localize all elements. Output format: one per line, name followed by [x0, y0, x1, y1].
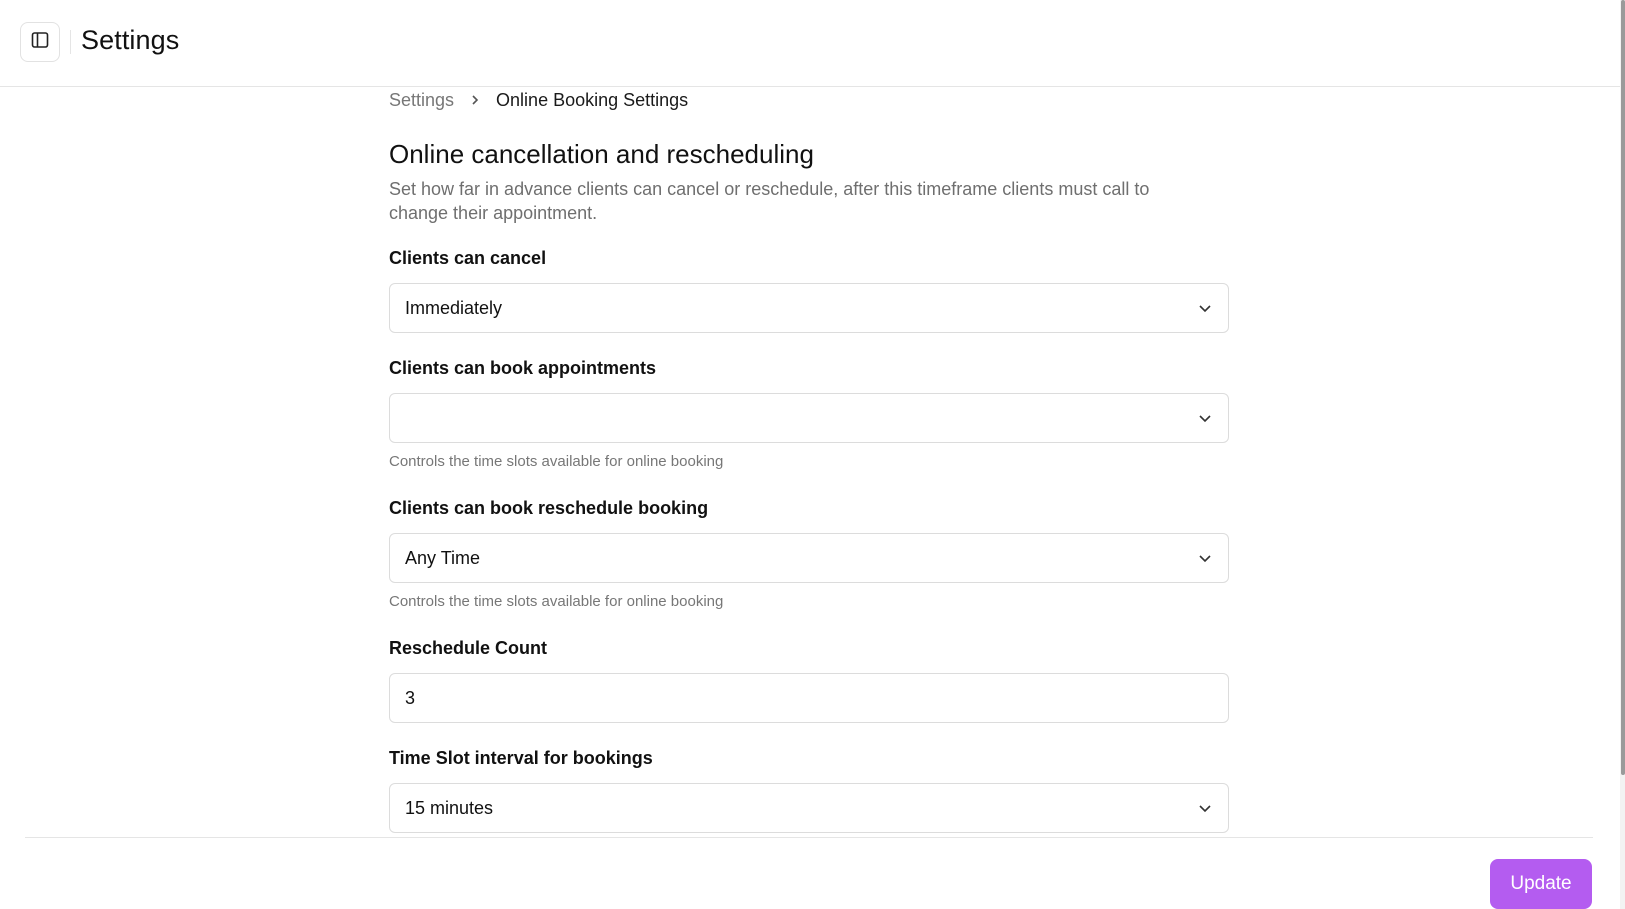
chevron-down-icon — [1197, 410, 1213, 426]
interval-label: Time Slot interval for bookings — [389, 748, 653, 768]
sidebar-panel-icon — [31, 31, 49, 54]
update-button[interactable]: Update — [1490, 859, 1592, 909]
reschedule-count-label: Reschedule Count — [389, 638, 548, 658]
section-description: Set how far in advance clients can cance… — [389, 179, 1150, 223]
breadcrumb: Settings Online Booking Settings — [389, 86, 688, 114]
scrollbar-thumb[interactable] — [1621, 0, 1625, 775]
top-bar: Settings — [0, 0, 1624, 87]
reschedule-helper-text: Controls the time slots available for on… — [389, 593, 724, 610]
chevron-down-icon — [1197, 300, 1213, 316]
interval-select[interactable]: 15 minutes — [389, 783, 1229, 833]
cancel-select[interactable]: Immediately — [389, 283, 1229, 333]
chevron-down-icon — [1197, 550, 1213, 566]
sidebar-toggle-button[interactable] — [20, 22, 60, 62]
breadcrumb-settings-link[interactable]: Settings — [389, 90, 454, 111]
page-title: Settings — [81, 25, 180, 55]
reschedule-select-value: Any Time — [405, 547, 481, 568]
cancel-select-value: Immediately — [405, 297, 503, 318]
chevron-right-icon — [470, 94, 480, 106]
footer-divider — [25, 837, 1593, 838]
breadcrumb-current: Online Booking Settings — [496, 89, 689, 110]
interval-select-value: 15 minutes — [405, 797, 494, 818]
book-select[interactable] — [389, 393, 1229, 443]
reschedule-label: Clients can book reschedule booking — [389, 498, 709, 518]
chevron-down-icon — [1197, 800, 1213, 816]
reschedule-select[interactable]: Any Time — [389, 533, 1229, 583]
header-divider — [70, 30, 71, 54]
section-title: Online cancellation and rescheduling — [389, 139, 814, 169]
book-helper-text: Controls the time slots available for on… — [389, 453, 724, 470]
book-label: Clients can book appointments — [389, 358, 657, 378]
cancel-label: Clients can cancel — [389, 248, 547, 268]
reschedule-count-input[interactable] — [389, 673, 1229, 723]
